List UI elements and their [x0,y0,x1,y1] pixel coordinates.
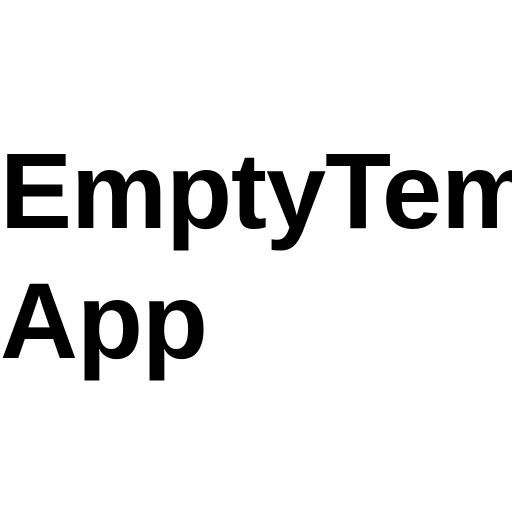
app-name-line-2: App [0,260,208,381]
app-name: EmptyTemi App [0,126,512,386]
app-name-line-1: EmptyTemi [0,130,512,251]
app-splash-screen: EmptyTemi App [0,0,512,512]
